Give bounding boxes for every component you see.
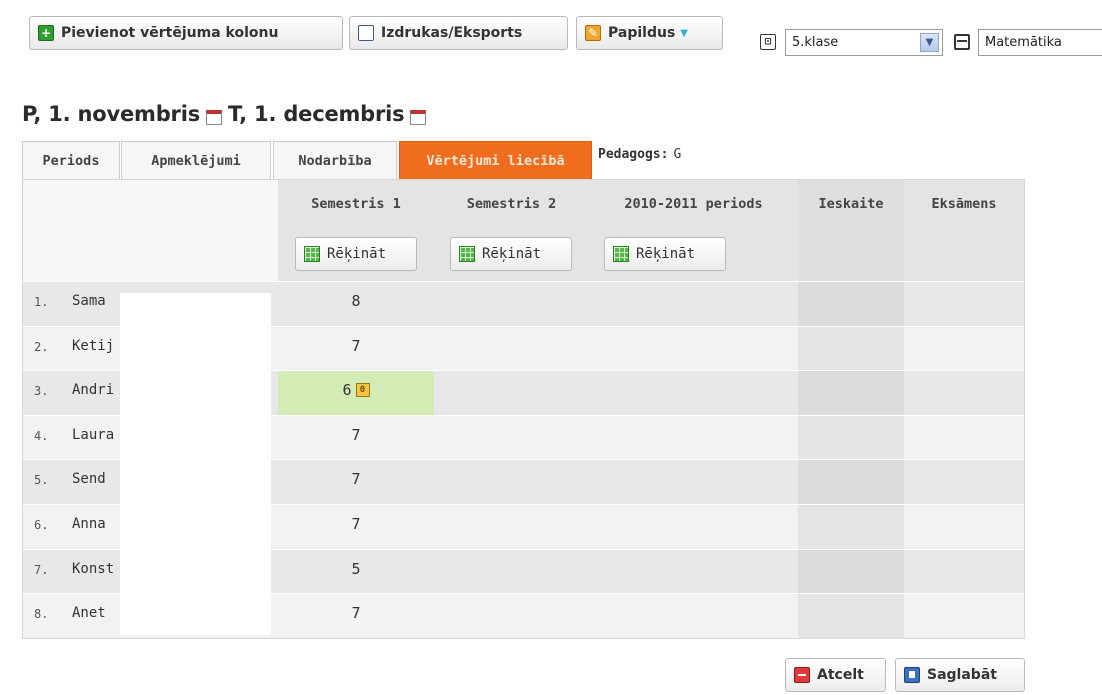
semester1-grade[interactable]: 7 (278, 604, 434, 622)
subject-select[interactable]: Matemātika (978, 29, 1102, 56)
list-icon (954, 34, 970, 50)
test-cell[interactable] (798, 593, 904, 638)
student-name: Ketij (72, 338, 115, 354)
print-export-button[interactable]: Izdrukas/Eksports (349, 16, 568, 50)
grade-value: 7 (351, 470, 361, 488)
period-to: T, 1. decembris (228, 102, 405, 126)
cancel-button[interactable]: Atcelt (785, 658, 886, 692)
semester1-grade[interactable]: 7 (278, 470, 434, 488)
period-title: P, 1. novembris T, 1. decembris (22, 102, 432, 126)
grade-value: 7 (351, 604, 361, 622)
redacted-names (120, 293, 271, 635)
subject-select-value: Matemātika (985, 35, 1062, 50)
add-column-button[interactable]: + Pievienot vērtējuma kolonu (29, 16, 343, 50)
grade-value: 7 (351, 426, 361, 444)
class-select-value: 5.klase (792, 35, 839, 50)
redacted-area (681, 145, 857, 172)
calc-period-button[interactable]: Rēķināt (604, 237, 726, 271)
test-cell[interactable] (798, 415, 904, 459)
printer-icon (358, 25, 374, 41)
row-number: 7. (34, 563, 49, 577)
student-name: Konst (72, 561, 115, 577)
class-select[interactable]: 5.klase ▼ (785, 29, 943, 56)
student-name: Anet (72, 605, 106, 621)
save-icon (904, 667, 920, 683)
grade-value: 7 (351, 515, 361, 533)
note-badge-icon[interactable]: 0 (355, 383, 370, 397)
calc-semester2-button[interactable]: Rēķināt (450, 237, 572, 271)
teacher-label: Pedagogs: (598, 147, 669, 162)
calc-label: Rēķināt (327, 246, 387, 262)
chevron-down-icon[interactable]: ▼ (920, 33, 939, 52)
calendar-icon[interactable] (410, 109, 427, 125)
calculator-icon (304, 246, 320, 262)
col-header-semester2: Semestris 2 (466, 196, 557, 212)
grade-value: 6 (342, 381, 352, 399)
cancel-label: Atcelt (817, 667, 864, 683)
save-button[interactable]: Saglabāt (895, 658, 1025, 692)
test-cell[interactable] (798, 326, 904, 370)
grade-value: 8 (351, 292, 361, 310)
semester1-grade[interactable]: 60 (278, 381, 434, 399)
chevron-down-icon: ▼ (680, 27, 688, 39)
tab-attendance[interactable]: Apmeklējumi (121, 141, 271, 179)
period-from: P, 1. novembris (22, 102, 201, 126)
row-number: 1. (34, 295, 49, 309)
extra-label: Papildus (608, 25, 676, 41)
student-name: Sama (72, 293, 106, 309)
student-name: Send (72, 471, 106, 487)
test-cell[interactable] (798, 459, 904, 504)
col-header-test: Ieskaite (818, 196, 884, 212)
save-label: Saglabāt (927, 667, 997, 683)
edit-icon: ✎ (585, 25, 601, 41)
test-cell[interactable] (798, 281, 904, 326)
row-number: 6. (34, 518, 49, 532)
tab-lesson[interactable]: Nodarbība (273, 141, 397, 179)
test-cell[interactable] (798, 549, 904, 593)
student-name: Anna (72, 516, 106, 532)
tab-report-grades[interactable]: Vērtējumi liecībā (399, 141, 592, 179)
add-column-label: Pievienot vērtējuma kolonu (61, 25, 279, 41)
calc-semester1-button[interactable]: Rēķināt (295, 237, 417, 271)
semester1-grade[interactable]: 5 (278, 560, 434, 578)
student-name: Laura (72, 427, 115, 443)
row-number: 2. (34, 340, 49, 354)
semester1-grade[interactable]: 7 (278, 515, 434, 533)
row-number: 3. (34, 384, 49, 398)
semester1-grade[interactable]: 8 (278, 292, 434, 310)
semester1-grade[interactable]: 7 (278, 337, 434, 355)
print-export-label: Izdrukas/Eksports (381, 25, 523, 41)
grade-value: 5 (351, 560, 361, 578)
cancel-icon (794, 667, 810, 683)
calc-label: Rēķināt (482, 246, 542, 262)
header-blank (23, 180, 278, 281)
row-number: 8. (34, 607, 49, 621)
calculator-icon (613, 246, 629, 262)
test-cell[interactable] (798, 504, 904, 549)
test-cell[interactable] (798, 370, 904, 415)
calendar-class-icon: ⊡ (760, 34, 776, 50)
extra-menu-button[interactable]: ✎ Papildus ▼ (576, 16, 723, 50)
row-number: 4. (34, 429, 49, 443)
calculator-icon (459, 246, 475, 262)
col-header-period: 2010-2011 periods (624, 196, 763, 212)
col-header-exam: Eksāmens (931, 196, 997, 212)
semester1-grade[interactable]: 7 (278, 426, 434, 444)
row-number: 5. (34, 473, 49, 487)
grade-value: 7 (351, 337, 361, 355)
calc-label: Rēķināt (636, 246, 696, 262)
tab-periods[interactable]: Periods (22, 141, 120, 179)
col-header-semester1: Semestris 1 (311, 196, 401, 212)
add-icon: + (38, 25, 54, 41)
calendar-icon[interactable] (206, 109, 223, 125)
student-name: Andri (72, 382, 115, 398)
